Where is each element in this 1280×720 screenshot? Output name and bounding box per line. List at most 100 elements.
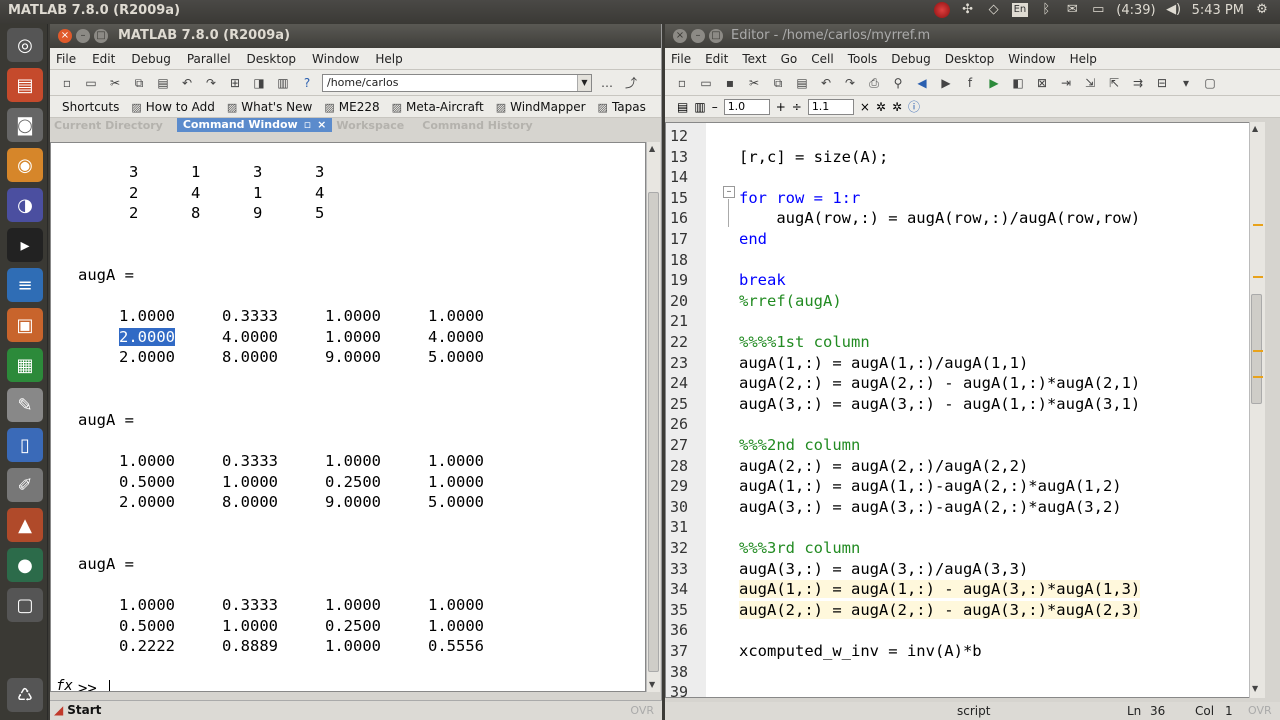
menu-debug[interactable]: Debug [891,52,930,66]
files-icon[interactable]: ▤ [7,68,43,102]
code-editor[interactable]: 12 13 14 15 16 17 18 19 20 21 22 23 24 25 26 27 28 29 30 31… [665,122,1265,698]
clock[interactable]: 5:43 PM [1192,3,1244,18]
cut-icon[interactable]: ✂ [106,74,124,92]
tab-current-directory[interactable]: Current Directory [50,119,177,132]
undo-icon[interactable]: ↶ [178,74,196,92]
editor-scrollbar[interactable]: ▲ ▼ [1249,122,1265,698]
stack-dropdown-icon[interactable]: ▾ [1177,74,1195,92]
copy-icon[interactable]: ⧉ [769,74,787,92]
code-line[interactable]: augA(1,:) = augA(1,:)-augA(2,:)*augA(1,2… [739,477,1122,495]
print-icon[interactable]: ⎙ [865,74,883,92]
redo-icon[interactable]: ↷ [841,74,859,92]
warning-marker[interactable] [1253,350,1263,352]
paste-icon[interactable]: ▤ [154,74,172,92]
open-folder-icon[interactable]: ▭ [82,74,100,92]
find-icon[interactable]: ⚲ [889,74,907,92]
code-line[interactable]: augA(1,:) = augA(1,:)/augA(1,1) [739,354,1028,372]
cell-mode-icon[interactable]: ✲ [876,100,886,114]
code-line[interactable]: end [739,230,767,248]
command-window[interactable]: 3 1 3 3 2 4 1 4 2 8 9 5 augA = 1.0000 0.3333 1.0000 1.00… [50,142,646,692]
scrollbar-thumb[interactable] [648,192,659,672]
back-arrow-icon[interactable]: ◀ [913,74,931,92]
exit-debug-icon[interactable]: ⊟ [1153,74,1171,92]
continue-icon[interactable]: ⇉ [1129,74,1147,92]
chevron-down-icon[interactable]: ▼ [577,74,591,91]
code-line[interactable]: [r,c] = size(A); [739,148,888,166]
menu-help[interactable]: Help [375,52,402,66]
menu-tools[interactable]: Tools [848,52,878,66]
current-folder-input[interactable]: /home/carlos ▼ [322,73,592,92]
function-browser-icon[interactable]: fx [56,678,73,691]
scroll-up-icon[interactable]: ▲ [649,144,655,153]
shortcut-shortcuts[interactable]: Shortcuts [62,100,119,114]
code-line[interactable]: %rref(augA) [739,292,842,310]
menu-parallel[interactable]: Parallel [187,52,231,66]
scrollbar-thumb[interactable] [1251,294,1262,404]
menu-window[interactable]: Window [1008,52,1055,66]
code-line[interactable]: augA(2,:) = augA(2,:) - augA(1,:)*augA(2… [739,374,1140,392]
shortcut-whats-new[interactable]: What's New [227,100,312,114]
step-icon[interactable]: ⇥ [1057,74,1075,92]
cell-spacing-input-2[interactable]: 1.1 [807,98,854,115]
writer-icon[interactable]: ≡ [7,268,43,302]
menu-cell[interactable]: Cell [811,52,833,66]
notes-icon[interactable]: ✐ [7,468,43,502]
text-editor-icon[interactable]: ✎ [7,388,43,422]
code-line[interactable]: for row = 1:r [739,189,860,207]
breakpoint-set-icon[interactable]: ◧ [1009,74,1027,92]
menu-file[interactable]: File [56,52,76,66]
code-line[interactable]: augA(1,:) = augA(1,:) - augA(3,:)*augA(1… [739,580,1141,599]
volume-icon[interactable]: ◀) [1166,2,1182,18]
warning-marker[interactable] [1253,224,1263,226]
battery-time[interactable]: (4:39) [1116,3,1155,18]
trash-icon[interactable]: ♺ [7,678,43,712]
code-line[interactable]: %%%2nd column [739,436,860,454]
earth-icon[interactable]: ● [7,548,43,582]
bluetooth-icon[interactable]: ᛒ [1038,2,1054,18]
maximize-icon[interactable]: □ [94,29,108,43]
info-icon[interactable]: ⓘ [908,98,920,115]
simulink-icon[interactable]: ⊞ [226,74,244,92]
menu-edit[interactable]: Edit [705,52,728,66]
scroll-down-icon[interactable]: ▼ [649,680,655,689]
cell-eval-icon[interactable]: ▤ [677,100,688,114]
menu-desktop[interactable]: Desktop [945,52,995,66]
camera-icon[interactable]: ◙ [7,108,43,142]
divide-icon[interactable]: ÷ [792,100,802,114]
close-icon[interactable]: × [673,29,687,43]
warning-marker[interactable] [1253,276,1263,278]
menu-text[interactable]: Text [742,52,766,66]
code-line[interactable]: augA(row,:) = augA(row,:)/augA(row,row) [739,209,1140,227]
shortcut-tapas[interactable]: Tapas [598,100,646,114]
menu-debug[interactable]: Debug [131,52,170,66]
maximize-icon[interactable]: □ [709,29,723,43]
shortcut-how-to-add[interactable]: How to Add [131,100,215,114]
paste-icon[interactable]: ▤ [793,74,811,92]
tab-command-window[interactable]: Command Window ▫ × [176,118,333,132]
code-line[interactable]: break [739,271,786,289]
breakpoint-clear-icon[interactable]: ⊠ [1033,74,1051,92]
code-line[interactable]: augA(3,:) = augA(3,:)/augA(3,3) [739,560,1028,578]
profiler-icon[interactable]: ▥ [274,74,292,92]
menu-go[interactable]: Go [781,52,798,66]
code-line[interactable]: augA(3,:) = augA(3,:)-augA(2,:)*augA(3,2… [739,498,1122,516]
battery-icon[interactable]: ▭ [1090,2,1106,18]
matlab-icon[interactable]: ▲ [7,508,43,542]
browse-folder-icon[interactable]: … [598,74,616,92]
minimize-icon[interactable]: – [691,29,705,43]
cell-insert-icon[interactable]: ▥ [694,100,705,114]
step-in-icon[interactable]: ⇲ [1081,74,1099,92]
forward-arrow-icon[interactable]: ▶ [937,74,955,92]
code-line[interactable]: %%%%1st column [739,333,870,351]
record-icon[interactable] [933,2,950,18]
workspace-switcher-icon[interactable]: ▢ [7,588,43,622]
tab-command-history[interactable]: Command History [418,119,546,132]
command-window-scrollbar[interactable]: ▲ ▼ [646,142,660,692]
keyboard-layout-indicator[interactable]: En [1011,3,1029,17]
guide-icon[interactable]: ◨ [250,74,268,92]
undock-icon[interactable]: ▫ [304,118,311,132]
editor-titlebar[interactable]: × – □ Editor - /home/carlos/myrref.m [665,24,1280,48]
chrome-icon[interactable]: ◉ [7,148,43,182]
settings-gear-icon[interactable]: ⚙ [1254,2,1270,18]
code-line[interactable]: augA(2,:) = augA(2,:)/augA(2,2) [739,457,1028,475]
